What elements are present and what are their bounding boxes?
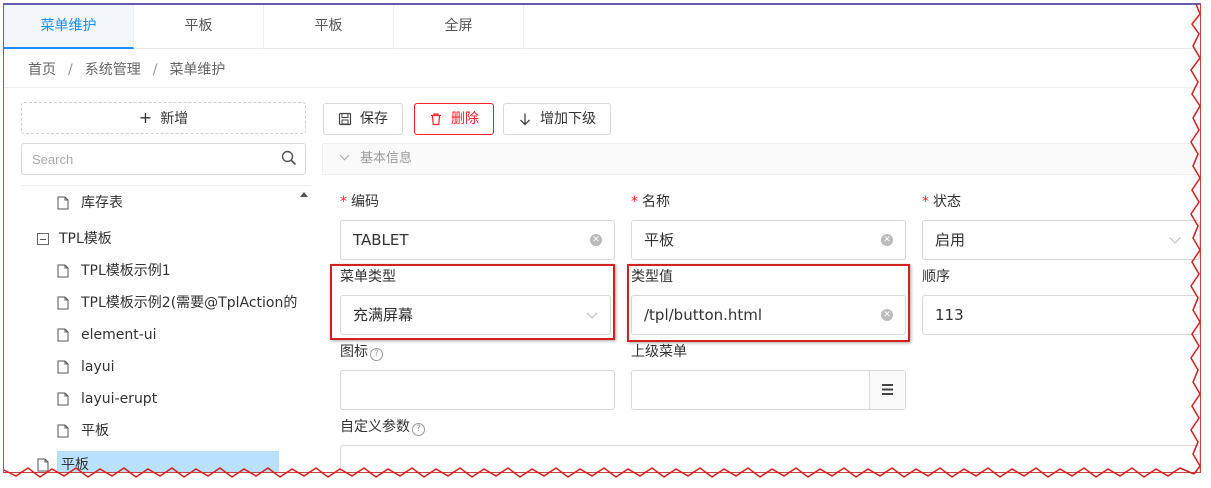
code-label: * 编码 (340, 192, 379, 212)
list-icon (882, 384, 893, 395)
tree-node-label: TPL模板示例2(需要@TplAction的 (81, 295, 298, 311)
tree-node-label: TPL模板 (59, 231, 112, 247)
parent-menu-label: 上级菜单 (631, 344, 687, 360)
delete-button[interactable]: 删除 (414, 103, 494, 135)
tree-selection-bg (57, 451, 279, 472)
divider (4, 87, 1200, 88)
required-mark: * (631, 194, 638, 210)
chevron-down-icon (1169, 232, 1181, 244)
tree-node-selected[interactable]: 平板 (37, 449, 89, 473)
tab-tablet-2[interactable]: 平板 (264, 5, 394, 49)
breadcrumb: 首页 / 系统管理 / 菜单维护 (28, 59, 225, 81)
file-icon (57, 264, 69, 278)
file-icon (57, 360, 69, 374)
tree-node-label: layui (81, 359, 115, 375)
tree-node-label: layui-erupt (81, 391, 158, 407)
required-mark: * (922, 194, 929, 210)
tab-tablet-1[interactable]: 平板 (134, 5, 264, 49)
tab-bar: 菜单维护 平板 平板 全屏 (4, 5, 1200, 49)
panel-title: 基本信息 (360, 151, 413, 166)
code-value: TABLET (353, 231, 409, 249)
custom-params-label-text: 自定义参数 (340, 419, 410, 435)
scroll-up-icon[interactable] (300, 192, 308, 197)
tree-node[interactable]: TPL模板示例1 (57, 255, 171, 287)
custom-params-field[interactable] (340, 445, 1200, 472)
tree-scrollbar[interactable] (297, 186, 309, 472)
file-icon (57, 392, 69, 406)
tree-node[interactable]: 库存表 (57, 187, 123, 219)
help-icon[interactable]: ? (370, 348, 383, 361)
tree-node-folder[interactable]: TPL模板 (37, 223, 112, 255)
icon-field[interactable] (340, 370, 615, 410)
arrow-down-icon (520, 113, 530, 126)
tree-node[interactable]: layui (57, 351, 115, 383)
clear-icon[interactable]: ✕ (590, 234, 602, 246)
file-icon (37, 458, 49, 472)
tree-node-label: element-ui (81, 327, 157, 343)
tree-node[interactable]: element-ui (57, 319, 157, 351)
required-mark: * (340, 194, 347, 210)
search-input[interactable] (22, 144, 262, 174)
chevron-down-icon (339, 150, 350, 161)
status-label-text: 状态 (933, 194, 961, 210)
tree-node-label: 平板 (81, 423, 109, 439)
highlight-type-value (627, 264, 910, 342)
order-value: 113 (935, 306, 964, 324)
tree-node[interactable]: 平板 (57, 415, 109, 447)
app-window: 菜单维护 平板 平板 全屏 首页 / 系统管理 / 菜单维护 + 新增 库存表 T… (3, 3, 1201, 473)
file-icon (57, 296, 69, 310)
add-child-label: 增加下级 (540, 111, 596, 127)
status-value: 启用 (935, 231, 966, 249)
help-icon[interactable]: ? (412, 423, 425, 436)
tree-search (21, 143, 306, 175)
trash-icon (431, 113, 441, 126)
tree-node[interactable]: TPL模板示例2(需要@TplAction的 (57, 287, 297, 319)
add-menu-label: 新增 (160, 111, 189, 127)
breadcrumb-current: 菜单维护 (169, 62, 226, 78)
add-child-button[interactable]: 增加下级 (503, 103, 611, 135)
breadcrumb-separator: / (68, 62, 73, 78)
status-label: * 状态 (922, 192, 961, 212)
order-field[interactable]: 113 (922, 295, 1200, 335)
code-label-text: 编码 (351, 194, 379, 210)
custom-params-label: 自定义参数? (340, 417, 425, 437)
parent-menu-picker-button[interactable] (869, 371, 905, 409)
parent-menu-field[interactable] (631, 370, 906, 410)
code-field[interactable]: TABLET ✕ (340, 220, 615, 260)
tab-menu-maintenance[interactable]: 菜单维护 (4, 5, 134, 49)
tree-node[interactable]: layui-erupt (57, 383, 157, 415)
collapse-icon[interactable] (37, 233, 49, 245)
icon-label: 图标? (340, 342, 383, 362)
tree-node-label: 平板 (61, 457, 89, 473)
order-label: 顺序 (922, 269, 950, 285)
name-label: * 名称 (631, 192, 670, 212)
clear-icon[interactable]: ✕ (881, 234, 893, 246)
file-icon (57, 196, 69, 210)
add-menu-button[interactable]: + 新增 (21, 102, 306, 134)
name-field[interactable]: 平板 ✕ (631, 220, 906, 260)
tab-fullscreen[interactable]: 全屏 (394, 5, 524, 49)
icon-label-text: 图标 (340, 344, 368, 360)
delete-label: 删除 (451, 111, 479, 127)
breadcrumb-home[interactable]: 首页 (28, 59, 56, 81)
name-label-text: 名称 (642, 194, 670, 210)
save-button[interactable]: 保存 (323, 103, 403, 135)
breadcrumb-system[interactable]: 系统管理 (85, 59, 141, 81)
highlight-menu-type (330, 264, 615, 340)
status-select[interactable]: 启用 (922, 220, 1200, 260)
search-icon[interactable] (281, 150, 297, 166)
basic-info-panel-header[interactable]: 基本信息 (322, 143, 1200, 175)
plus-icon: + (138, 108, 153, 127)
tree-node-label: TPL模板示例1 (81, 263, 171, 279)
save-icon (338, 112, 352, 126)
file-icon (57, 328, 69, 342)
name-value: 平板 (644, 231, 675, 249)
file-icon (57, 424, 69, 438)
tree-node-label: 库存表 (81, 195, 123, 211)
save-label: 保存 (360, 111, 388, 127)
menu-tree: 库存表 TPL模板 TPL模板示例1 TPL模板示例2(需要@TplAction… (21, 185, 311, 473)
breadcrumb-separator: / (152, 62, 158, 78)
